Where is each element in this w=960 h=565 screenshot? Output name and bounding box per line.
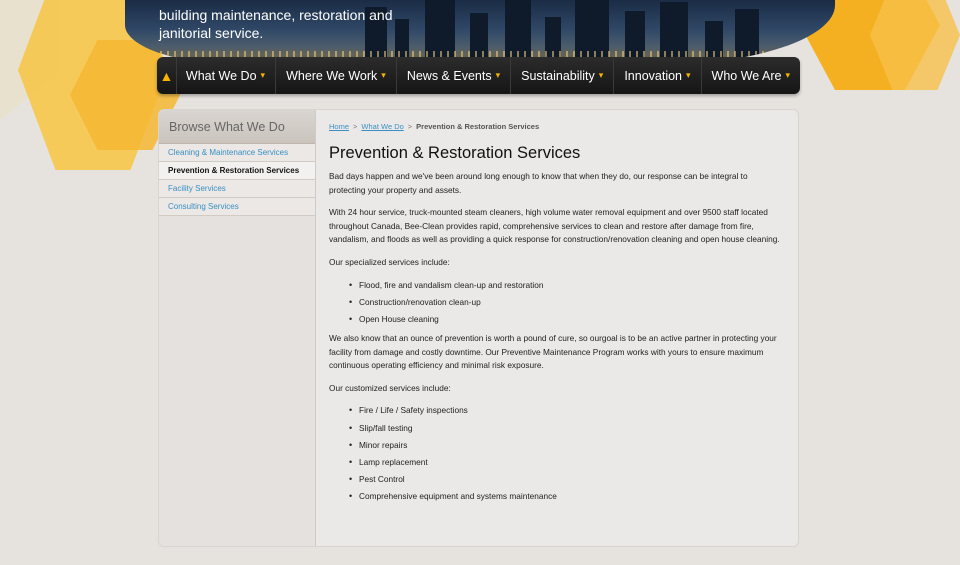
chevron-down-icon: ▾ <box>495 70 501 80</box>
chevron-down-icon: ▾ <box>260 70 266 80</box>
nav-item-where-we-work[interactable]: Where We Work ▾ <box>275 57 396 94</box>
nav-item-label: Who We Are <box>711 68 782 83</box>
chevron-down-icon: ▾ <box>785 70 790 80</box>
list-item: Flood, fire and vandalism clean-up and r… <box>349 279 785 291</box>
page-title: Prevention & Restoration Services <box>329 144 581 162</box>
nav-item-label: What We Do <box>185 68 257 83</box>
sidebar-title: Browse What We Do <box>159 110 315 144</box>
nav-item-innovation[interactable]: Innovation ▾ <box>613 57 700 94</box>
customized-list: Fire / Life / Safety inspections Slip/fa… <box>329 404 785 502</box>
nav-item-label: Where We Work <box>286 68 378 83</box>
list-item: Minor repairs <box>349 439 785 451</box>
main-nav: ▲ What We Do ▾ Where We Work ▾ News & Ev… <box>157 57 800 94</box>
sidebar-item-cleaning-maintenance[interactable]: Cleaning & Maintenance Services <box>159 144 315 162</box>
customized-heading: Our customized services include: <box>329 382 451 393</box>
chevron-down-icon: ▾ <box>598 70 604 80</box>
hero-tagline: building maintenance, restoration and ja… <box>159 7 393 41</box>
sidebar: Browse What We Do Cleaning & Maintenance… <box>159 110 316 546</box>
nav-item-news-events[interactable]: News & Events ▾ <box>395 57 510 94</box>
content-panel: Browse What We Do Cleaning & Maintenance… <box>158 109 799 547</box>
nav-home-button[interactable]: ▲ <box>157 57 176 94</box>
nav-item-label: Innovation <box>624 68 682 83</box>
sidebar-item-consulting-services[interactable]: Consulting Services <box>159 198 315 216</box>
breadcrumb-separator: > <box>407 122 413 131</box>
breadcrumb-current: Prevention & Restoration Services <box>416 122 540 131</box>
chevron-down-icon: ▾ <box>381 70 386 80</box>
intro-paragraph: Bad days happen and we've been around lo… <box>329 171 748 195</box>
breadcrumb-parent-link[interactable]: What We Do <box>361 122 403 131</box>
breadcrumb: Home > What We Do > Prevention & Restoration… <box>329 122 785 131</box>
nav-item-label: Sustainability <box>521 68 595 83</box>
main-content: Home > What We Do > Prevention & Restoration… <box>329 110 785 507</box>
nav-item-label: News & Events <box>406 68 492 83</box>
sidebar-item-prevention-restoration[interactable]: Prevention & Restoration Services <box>159 162 315 180</box>
specialized-list: Flood, fire and vandalism clean-up and r… <box>329 279 785 325</box>
sidebar-item-facility-services[interactable]: Facility Services <box>159 180 315 198</box>
list-item: Lamp replacement <box>349 456 785 468</box>
list-item: Open House cleaning <box>349 313 785 325</box>
list-item: Fire / Life / Safety inspections <box>349 404 785 416</box>
body-paragraph: With 24 hour service, truck-mounted stea… <box>329 207 780 245</box>
home-icon: ▲ <box>159 67 174 84</box>
list-item: Construction/renovation clean-up <box>349 296 785 308</box>
chevron-down-icon: ▾ <box>686 70 691 80</box>
breadcrumb-home-link[interactable]: Home <box>329 122 349 131</box>
list-item: Comprehensive equipment and systems main… <box>349 490 785 502</box>
sidebar-list: Cleaning & Maintenance Services Preventi… <box>159 144 315 216</box>
breadcrumb-separator: > <box>353 122 358 131</box>
body-paragraph: We also know that an ounce of prevention… <box>329 332 777 371</box>
nav-item-sustainability[interactable]: Sustainability ▾ <box>510 57 613 94</box>
list-item: Slip/fall testing <box>349 422 785 434</box>
nav-item-who-we-are[interactable]: Who We Are ▾ <box>700 57 800 94</box>
nav-item-what-we-do[interactable]: What We Do ▾ <box>175 57 275 94</box>
specialized-heading: Our specialized services include: <box>329 256 450 267</box>
list-item: Pest Control <box>349 473 785 485</box>
